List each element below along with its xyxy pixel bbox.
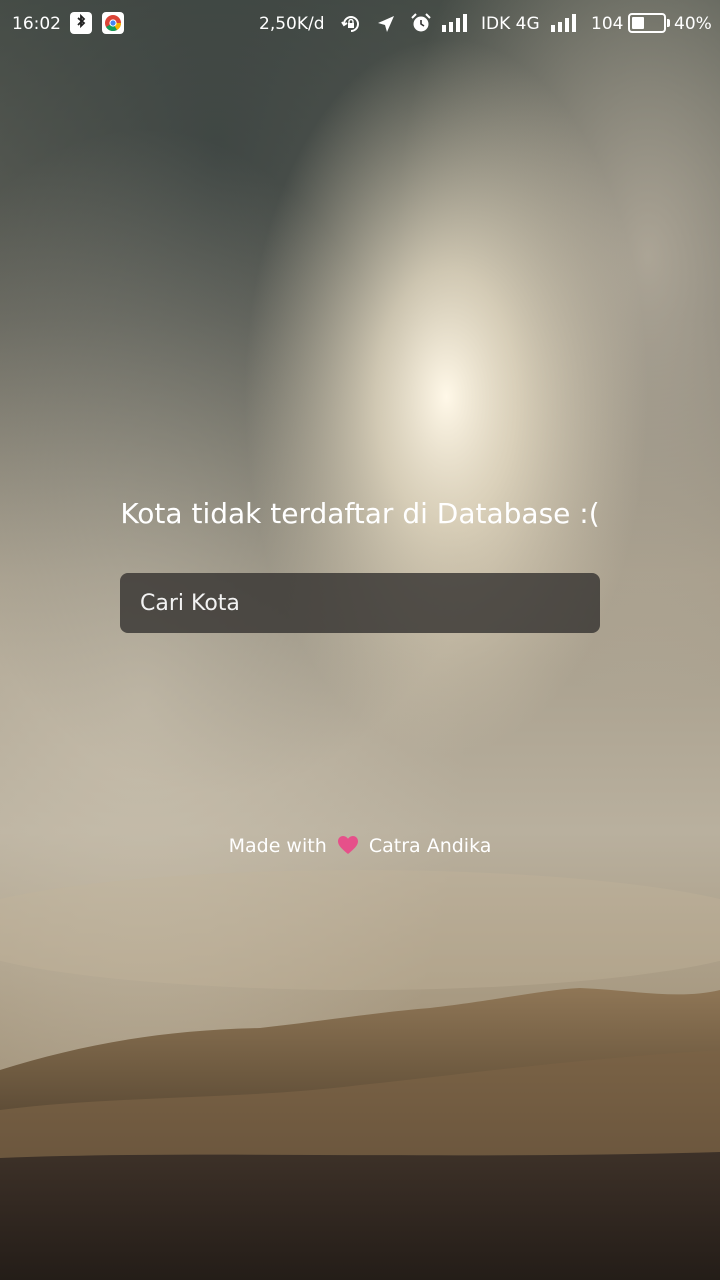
app-screen: 16:02 2,50K/d IDK 4G 104 40% Kota tidak … [0, 0, 720, 1280]
signal-icon [442, 14, 467, 32]
author-name: Catra Andika [368, 835, 492, 857]
battery-tip [667, 19, 670, 27]
bluetooth-app-icon [70, 12, 92, 34]
battery-fill [632, 17, 644, 29]
signal-icon-2 [551, 14, 576, 32]
status-time: 16:02 [12, 14, 61, 34]
network-speed: 2,50K/d [259, 14, 325, 34]
credit-footer: Made with Catra Andika [0, 832, 720, 860]
made-with-label: Made with [228, 835, 327, 857]
alarm-icon [410, 12, 432, 41]
search-placeholder: Cari Kota [140, 590, 240, 616]
rotation-lock-icon [340, 13, 362, 42]
heart-icon [337, 836, 358, 854]
signal-value: 104 [591, 14, 624, 34]
carrier-label: IDK 4G [481, 14, 540, 34]
chrome-icon [102, 12, 124, 34]
search-city-input[interactable]: Cari Kota [120, 573, 600, 633]
location-icon [375, 13, 397, 42]
battery-icon [628, 13, 666, 33]
battery-percent: 40% [674, 14, 712, 34]
background-image [0, 0, 720, 1280]
status-bar: 16:02 2,50K/d IDK 4G 104 40% [0, 0, 720, 48]
not-found-message: Kota tidak terdaftar di Database :( [120, 497, 600, 530]
